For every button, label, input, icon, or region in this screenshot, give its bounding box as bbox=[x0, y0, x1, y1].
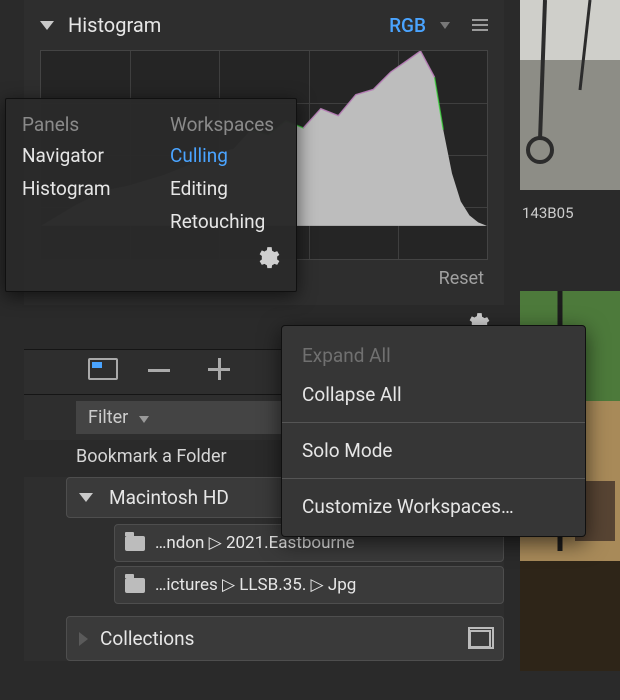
histogram-header: Histogram RGB bbox=[40, 0, 488, 50]
channel-select[interactable]: RGB bbox=[389, 14, 426, 37]
chevron-down-icon bbox=[139, 416, 149, 423]
disclosure-right-icon bbox=[79, 632, 88, 646]
gear-icon[interactable] bbox=[254, 245, 280, 271]
filter-field[interactable]: Filter bbox=[76, 401, 286, 434]
menu-separator bbox=[282, 422, 585, 423]
thumbnail[interactable] bbox=[520, 0, 620, 190]
volume-label: Macintosh HD bbox=[109, 486, 229, 509]
collections-row[interactable]: Collections bbox=[66, 616, 504, 661]
folder-icon bbox=[125, 578, 145, 593]
folder-focus-icon[interactable] bbox=[88, 358, 120, 384]
panels-column: Navigator Histogram bbox=[22, 142, 170, 235]
panel-option-histogram[interactable]: Histogram bbox=[22, 175, 170, 202]
menu-item-collapse-all[interactable]: Collapse All bbox=[282, 375, 585, 414]
workspaces-header: Workspaces bbox=[170, 113, 274, 136]
remove-icon[interactable] bbox=[148, 358, 180, 384]
panels-header: Panels bbox=[22, 113, 170, 136]
add-icon[interactable] bbox=[208, 358, 240, 384]
disclosure-down-icon bbox=[79, 493, 93, 502]
filter-label: Filter bbox=[88, 407, 128, 428]
folder-path: …ictures ▷ LLSB.35. ▷ Jpg bbox=[155, 575, 356, 595]
menu-item-customize-workspaces[interactable]: Customize Workspaces… bbox=[282, 487, 585, 526]
panel-title: Histogram bbox=[68, 13, 161, 37]
collections-label: Collections bbox=[100, 627, 194, 650]
menu-item-expand-all: Expand All bbox=[282, 336, 585, 375]
panels-workspaces-popup: Panels Workspaces Navigator Histogram Cu… bbox=[5, 98, 297, 292]
panel-option-navigator[interactable]: Navigator bbox=[22, 142, 170, 169]
stack-icon[interactable] bbox=[469, 630, 491, 648]
folder-icon bbox=[125, 536, 145, 551]
context-menu: Expand All Collapse All Solo Mode Custom… bbox=[281, 325, 586, 537]
disclosure-down-icon[interactable] bbox=[40, 21, 54, 30]
menu-separator bbox=[282, 478, 585, 479]
workspace-option-culling[interactable]: Culling bbox=[170, 142, 265, 169]
chevron-down-icon[interactable] bbox=[440, 22, 450, 29]
menu-item-solo-mode[interactable]: Solo Mode bbox=[282, 431, 585, 470]
panel-menu-icon[interactable] bbox=[472, 19, 488, 31]
thumbnail-label: 143B05 bbox=[520, 200, 620, 226]
workspace-option-retouching[interactable]: Retouching bbox=[170, 208, 265, 235]
workspace-option-editing[interactable]: Editing bbox=[170, 175, 265, 202]
workspaces-column: Culling Editing Retouching bbox=[170, 142, 265, 235]
folder-row[interactable]: …ictures ▷ LLSB.35. ▷ Jpg bbox=[114, 566, 504, 604]
